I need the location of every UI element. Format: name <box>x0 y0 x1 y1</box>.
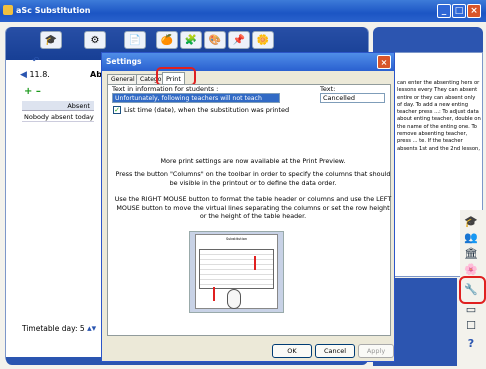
absent-list-row[interactable]: Nobody absent today <box>22 112 94 122</box>
app-icon <box>3 5 13 15</box>
toolbar-palette-icon[interactable]: 🎨 <box>204 31 226 49</box>
columns-button-info: Press the button "Columns" on the toolba… <box>115 170 391 187</box>
text-info-label: Text in information for students : <box>112 85 219 93</box>
maximize-button[interactable]: □ <box>452 4 466 18</box>
tab-general[interactable]: General <box>107 74 139 84</box>
timetable-day-selector: Timetable day: 5 ▴▾ <box>22 324 96 334</box>
settings-dialog: Settings × General Catego Print Text in … <box>101 52 395 362</box>
building-icon[interactable]: 🏛 <box>462 246 480 262</box>
toolbar-settings-icon[interactable]: ⚙ <box>84 31 106 49</box>
toolbar-flower-icon[interactable]: 🌼 <box>252 31 274 49</box>
text-label: Text: <box>320 85 336 93</box>
cancel-button[interactable]: Cancel <box>315 344 355 358</box>
groups-icon[interactable]: 👥 <box>462 230 480 246</box>
help-icon[interactable]: ? <box>462 336 480 352</box>
preview-arrow-icon <box>213 287 215 301</box>
window-icon[interactable]: ▭ <box>462 302 480 318</box>
absent-list-header: Absent <box>22 101 94 111</box>
text-info-input[interactable]: Unfortunately, following teachers will n… <box>112 93 280 111</box>
toolbar-document-icon[interactable]: 📄 <box>124 31 146 49</box>
add-remove-absent-buttons[interactable]: + – <box>24 86 41 97</box>
ok-button[interactable]: OK <box>272 344 312 358</box>
timetable-day-label: Timetable day: 5 <box>22 324 85 333</box>
settings-icon-highlight <box>459 276 486 304</box>
preview-arrow-icon <box>254 256 256 270</box>
current-date: 11.8. <box>29 70 50 79</box>
cancelled-text-input[interactable]: Cancelled <box>320 93 385 103</box>
toolbar-teachers-icon[interactable]: 🎓 <box>40 31 62 49</box>
print-preview-info: More print settings are now available at… <box>160 157 346 165</box>
undo-icon[interactable]: ↶ <box>32 56 40 66</box>
toolbar-puzzle-icon[interactable]: 🧩 <box>180 31 202 49</box>
toolbar-pin-icon[interactable]: 📌 <box>228 31 250 49</box>
list-time-checkbox[interactable]: ✓ <box>113 106 121 114</box>
date-navigator: ◀ 11.8. <box>20 70 50 80</box>
timetable-day-spinner-icon[interactable]: ▴▾ <box>87 324 96 334</box>
mouse-icon <box>227 289 241 309</box>
close-button[interactable]: × <box>467 4 481 18</box>
list-time-label: List time (date), when the substitution … <box>124 106 290 114</box>
help-text: can enter the absenting hers or lessons … <box>397 80 481 152</box>
preview-table <box>199 249 274 289</box>
dialog-title: Settings <box>102 53 394 71</box>
dialog-close-button[interactable]: × <box>377 55 391 69</box>
title-bar: aSc Substitution _ □ × <box>0 0 486 22</box>
teachers-icon[interactable]: 🎓 <box>462 214 480 230</box>
previous-day-arrow-icon[interactable]: ◀ <box>20 70 27 80</box>
blank-page-icon[interactable]: ☐ <box>462 318 480 334</box>
preview-sheet-title: Substitution <box>225 237 248 241</box>
window-title: aSc Substitution <box>16 6 91 15</box>
toolbar-fruit-icon[interactable]: 🍊 <box>156 31 178 49</box>
mouse-usage-info: Use the RIGHT MOUSE button to format the… <box>114 195 392 220</box>
apply-button[interactable]: Apply <box>358 344 394 358</box>
minimize-button[interactable]: _ <box>437 4 451 18</box>
